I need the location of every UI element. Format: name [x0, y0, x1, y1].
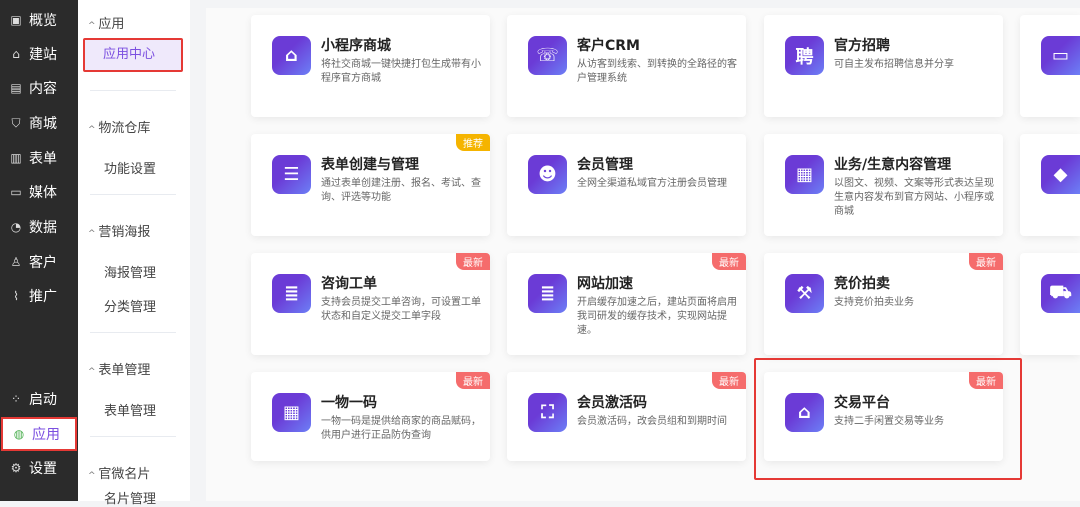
gavel-icon: ⚒: [785, 274, 824, 313]
paperclip-icon: ⌇: [13, 289, 19, 303]
badge: 推荐: [456, 134, 490, 151]
app-description: 一物一码是提供给商家的商品赋码，供用户进行正品防伪查询: [321, 416, 481, 441]
nav-item[interactable]: ⌂ 建站: [0, 37, 78, 71]
app-title: 表单创建与管理: [321, 157, 419, 173]
content-icon: ▦: [785, 155, 824, 194]
submenu-group-title[interactable]: 营销海报: [88, 221, 150, 240]
app-title: 会员激活码: [577, 395, 647, 411]
home-icon: ⌂: [12, 47, 20, 61]
nav-item[interactable]: ⌇ 推广: [0, 279, 78, 313]
app-description: 通过表单创建注册、报名、考试、查询、评选等功能: [321, 178, 481, 203]
launch-icon: ⁘: [10, 392, 22, 406]
submenu-item[interactable]: 名片管理: [104, 488, 156, 507]
submenu-group-title[interactable]: 应用: [88, 13, 124, 32]
submenu-item[interactable]: 功能设置: [104, 158, 156, 177]
app-card[interactable]: ☰ 表单创建与管理通过表单创建注册、报名、考试、查询、评选等功能 推荐: [251, 134, 490, 236]
nav-item[interactable]: ▭ 媒体: [0, 175, 78, 209]
qrcode-icon: ▦: [272, 393, 311, 432]
video-icon: ▭: [10, 185, 22, 199]
app-description: 全网全渠道私域官方注册会员管理: [577, 178, 727, 189]
clipboard-icon: ☰: [272, 155, 311, 194]
app-card[interactable]: ≣ 咨询工单支持会员提交工单咨询，可设置工单状态和自定义提交工单字段 最新: [251, 253, 490, 355]
app-title: 小程序商城: [321, 38, 391, 54]
app-title: 客户CRM: [577, 38, 640, 54]
badge: 最新: [969, 253, 1003, 270]
badge: 最新: [712, 253, 746, 270]
form-icon: ▥: [10, 151, 22, 165]
app-card[interactable]: ▦ 一物一码一物一码是提供给商家的商品赋码，供用户进行正品防伪查询 最新: [251, 372, 490, 461]
cart-icon: ⛉: [11, 115, 21, 130]
document-icon: ▤: [10, 81, 22, 95]
nav-item[interactable]: ⛉ 商城: [0, 106, 78, 140]
app-description: 支持竞价拍卖业务: [834, 297, 914, 308]
speed-icon: ≣: [528, 274, 567, 313]
app-description: 可自主发布招聘信息并分享: [834, 59, 954, 70]
apps-icon: ◍: [13, 427, 25, 441]
divider: [90, 436, 176, 437]
app-card[interactable]: ⌂ 小程序商城将社交商城一键快捷打包生成带有小程序官方商城: [251, 15, 490, 117]
scan-icon: ⛶: [528, 393, 567, 432]
browser-icon: ▭: [1041, 36, 1080, 75]
dashboard-icon: ▣: [10, 13, 22, 27]
app-description: 支持会员提交工单咨询，可设置工单状态和自定义提交工单字段: [321, 297, 481, 322]
app-title: 咨询工单: [321, 276, 377, 292]
submenu-group-title[interactable]: 表单管理: [88, 359, 150, 378]
user-icon: ♙: [10, 255, 22, 269]
app-card[interactable]: 聘官方招聘可自主发布招聘信息并分享: [764, 15, 1003, 117]
nav-item[interactable]: ▤ 内容: [0, 71, 78, 105]
divider: [90, 332, 176, 333]
badge: 最新: [456, 372, 490, 389]
app-description: 会员激活码，改会员组和到期时间: [577, 416, 727, 427]
pie-chart-icon: ◔: [10, 220, 22, 234]
app-title: 一物一码: [321, 395, 377, 411]
app-description: 从访客到线索、到转换的全路径的客户管理系统: [577, 59, 737, 84]
app-description: 将社交商城一键快捷打包生成带有小程序官方商城: [321, 59, 481, 84]
ticket-icon: ≣: [272, 274, 311, 313]
nav-item-bottom[interactable]: ⁘ 启动: [0, 382, 78, 416]
gear-icon: ⚙: [10, 461, 22, 475]
app-description: 以图文、视频、文案等形式表达呈现生意内容发布到官方网站、小程序或商城: [834, 178, 994, 217]
submenu-item[interactable]: 分类管理: [104, 296, 156, 315]
app-card[interactable]: ◆: [1020, 134, 1080, 236]
nav-item[interactable]: ▣ 概览: [0, 3, 78, 37]
submenu-item[interactable]: 海报管理: [104, 262, 156, 281]
diamond-icon: ◆: [1041, 155, 1080, 194]
member-icon: ☻: [528, 155, 567, 194]
app-title: 网站加速: [577, 276, 633, 292]
highlight-box: [754, 358, 1022, 480]
nav-item[interactable]: ♙ 客户: [0, 245, 78, 279]
main-nav: ▣ 概览 ⌂ 建站 ▤ 内容 ⛉ 商城 ▥ 表单 ▭ 媒体 ◔ 数据 ♙ 客户 ⌇ 推广 ⁘ 启动 ◍ 应用 ⚙ 设置: [0, 0, 78, 501]
store-icon: ⌂: [272, 36, 311, 75]
recruit-icon: 聘: [785, 36, 824, 75]
submenu-item[interactable]: 应用中心: [83, 38, 183, 72]
divider: [90, 90, 176, 91]
badge: 最新: [712, 372, 746, 389]
nav-item[interactable]: ▥ 表单: [0, 141, 78, 175]
submenu-group-title[interactable]: 物流仓库: [88, 117, 150, 136]
crm-icon: ☏: [528, 36, 567, 75]
app-title: 官方招聘: [834, 38, 890, 54]
app-title: 会员管理: [577, 157, 633, 173]
app-card[interactable]: ▦ 业务/生意内容管理以图文、视频、文案等形式表达呈现生意内容发布到官方网站、小程…: [764, 134, 1003, 236]
app-title: 业务/生意内容管理: [834, 157, 952, 173]
app-card[interactable]: ☏ 客户CRM 从访客到线索、到转换的全路径的客户管理系统: [507, 15, 746, 117]
app-title: 竞价拍卖: [834, 276, 890, 292]
badge: 最新: [456, 253, 490, 270]
truck-icon: ⛟: [1041, 274, 1080, 313]
app-card[interactable]: ⛟: [1020, 253, 1080, 355]
app-card[interactable]: ☻ 会员管理全网全渠道私域官方注册会员管理: [507, 134, 746, 236]
sub-menu: 应用应用中心物流仓库功能设置营销海报海报管理分类管理表单管理表单管理官微名片名片…: [78, 0, 190, 507]
submenu-group-title[interactable]: 官微名片: [88, 463, 150, 482]
app-card[interactable]: ≣ 网站加速开启缓存加速之后，建站页面将启用我司研发的缓存技术，实现网站提速。 最新: [507, 253, 746, 355]
nav-item[interactable]: ◔ 数据: [0, 210, 78, 244]
app-card[interactable]: ⛶ 会员激活码会员激活码，改会员组和到期时间 最新: [507, 372, 746, 461]
submenu-item[interactable]: 表单管理: [104, 400, 156, 419]
app-card[interactable]: ▭: [1020, 15, 1080, 117]
app-card[interactable]: ⚒ 竞价拍卖支持竞价拍卖业务 最新: [764, 253, 1003, 355]
nav-item-apps[interactable]: ◍ 应用: [1, 417, 77, 451]
divider: [90, 194, 176, 195]
app-description: 开启缓存加速之后，建站页面将启用我司研发的缓存技术，实现网站提速。: [577, 297, 737, 336]
nav-item-bottom[interactable]: ⚙ 设置: [0, 451, 78, 485]
